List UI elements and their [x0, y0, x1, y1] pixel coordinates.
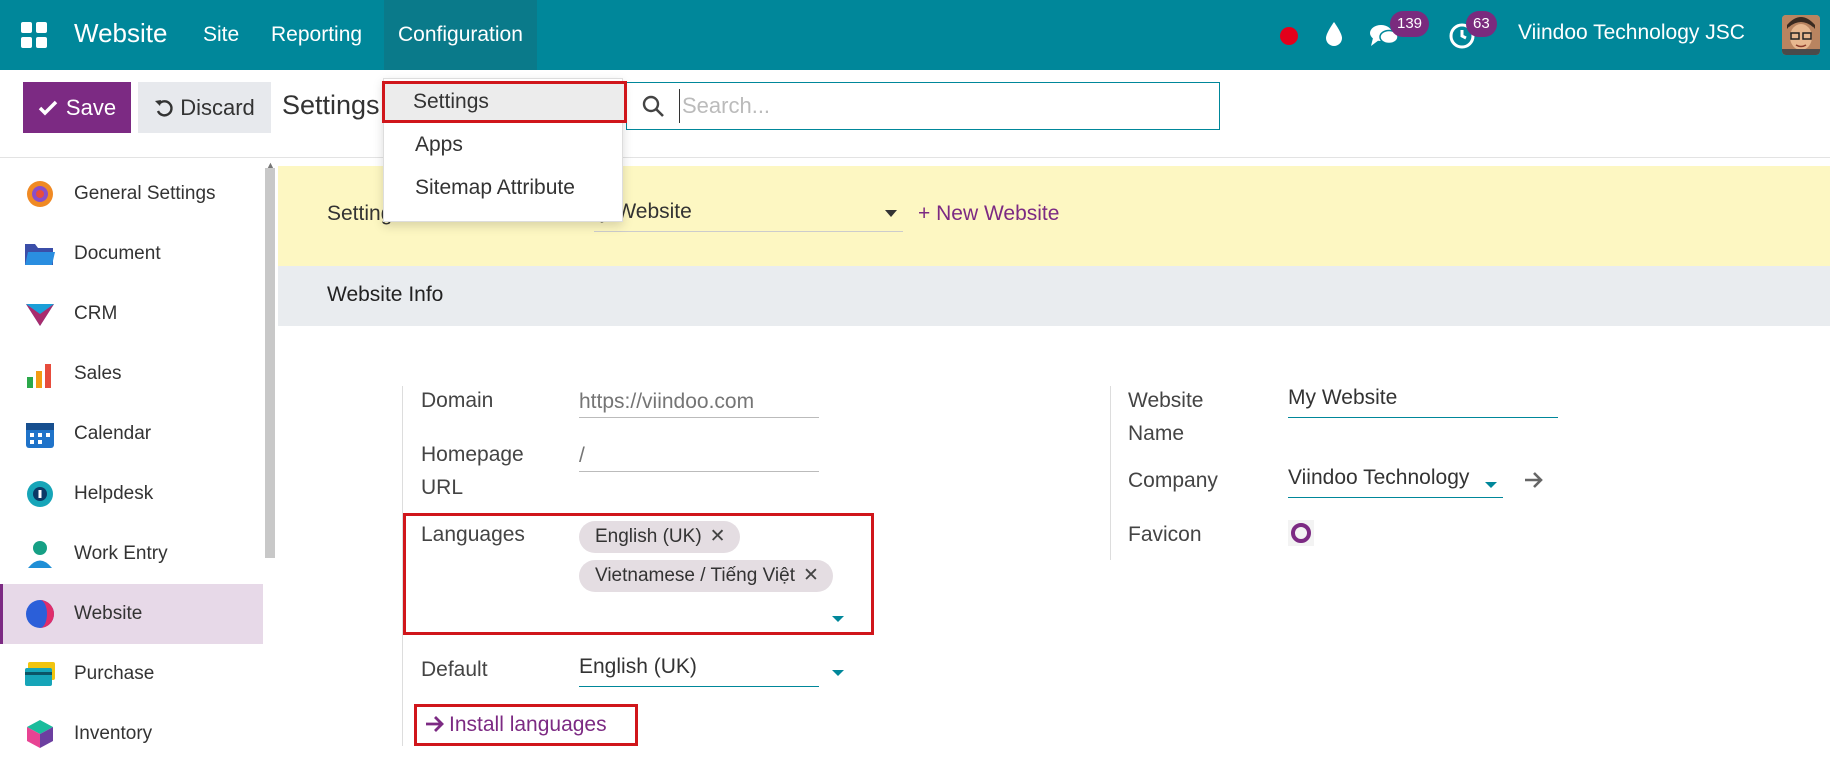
default-language-label: Default	[421, 658, 488, 681]
default-language-select[interactable]: English (UK)	[579, 655, 819, 687]
search-icon	[642, 95, 664, 117]
chevron-down-icon	[885, 210, 897, 217]
messages-badge: 139	[1390, 11, 1430, 37]
homepage-url-label-line1: Homepage	[421, 443, 524, 466]
sidebar-scrollbar[interactable]	[265, 168, 275, 558]
control-panel: Save Discard Settings	[0, 70, 1830, 158]
save-button[interactable]: Save	[23, 82, 131, 133]
language-tag-label: Vietnamese / Tiếng Việt	[595, 565, 795, 586]
install-languages-button[interactable]: Install languages	[414, 704, 638, 746]
website-name-value: My Website	[1288, 386, 1398, 409]
menu-reporting[interactable]: Reporting	[257, 0, 376, 70]
favicon-label: Favicon	[1128, 523, 1202, 546]
new-website-link[interactable]: + New Website	[918, 202, 1059, 226]
sidebar-item-label: Purchase	[74, 663, 155, 684]
chevron-down-icon[interactable]	[832, 670, 844, 676]
page-title: Settings	[282, 90, 380, 120]
sidebar-item-label: General Settings	[74, 183, 216, 204]
sidebar-item-inventory[interactable]: Inventory	[0, 704, 263, 764]
settings-content: Setting y Website + New Website Website …	[278, 158, 1830, 778]
apps-grid-icon[interactable]	[20, 21, 48, 49]
external-link-arrow-icon[interactable]	[1523, 470, 1545, 490]
languages-label: Languages	[421, 523, 525, 546]
sales-chart-icon	[24, 358, 56, 390]
sidebar-item-label: Sales	[74, 363, 122, 384]
discard-button[interactable]: Discard	[138, 82, 271, 133]
website-name-field[interactable]: My Website	[1288, 386, 1558, 418]
language-tag[interactable]: Vietnamese / Tiếng Việt ✕	[579, 560, 833, 592]
sidebar-item-crm[interactable]: CRM	[0, 284, 263, 344]
language-tag[interactable]: English (UK) ✕	[579, 521, 740, 553]
remove-tag-icon[interactable]: ✕	[803, 565, 819, 586]
menu-site[interactable]: Site	[189, 0, 253, 70]
sidebar-item-label: Document	[74, 243, 161, 264]
sidebar-item-label: Work Entry	[74, 543, 168, 564]
crm-icon	[24, 298, 56, 330]
dropdown-item-sitemap-attribute[interactable]: Sitemap Attribute	[384, 167, 622, 209]
sidebar-item-label: CRM	[74, 303, 118, 324]
install-languages-label: Install languages	[449, 713, 607, 736]
folder-icon	[24, 238, 56, 270]
dropdown-item-settings[interactable]: Settings	[382, 81, 627, 123]
work-entry-icon	[24, 538, 56, 570]
domain-field[interactable]	[579, 386, 819, 418]
company-label: Company	[1128, 469, 1218, 492]
sidebar-item-sales[interactable]: Sales	[0, 344, 263, 404]
sidebar-item-purchase[interactable]: Purchase	[0, 644, 263, 704]
chevron-down-icon[interactable]	[1485, 482, 1497, 488]
app-name[interactable]: Website	[74, 18, 167, 49]
avatar-face-icon	[1782, 15, 1820, 55]
section-header: Website Info	[278, 266, 1830, 326]
company-switcher[interactable]: Viindoo Technology JSC	[1518, 21, 1745, 45]
sidebar-item-document[interactable]: Document	[0, 224, 263, 284]
languages-dropdown-icon[interactable]	[832, 616, 844, 622]
website-name-label-line2: Name	[1128, 422, 1185, 445]
sidebar-item-label: Website	[74, 603, 143, 624]
sidebar-item-website[interactable]: Website	[0, 584, 263, 644]
credit-card-icon	[24, 658, 56, 690]
search-box[interactable]	[626, 82, 1220, 130]
domain-label: Domain	[421, 389, 494, 412]
drop-icon[interactable]	[1325, 21, 1343, 47]
recording-dot-icon[interactable]	[1279, 26, 1299, 46]
language-tag-label: English (UK)	[595, 526, 702, 547]
box-icon	[24, 718, 56, 750]
sidebar-item-calendar[interactable]: Calendar	[0, 404, 263, 464]
homepage-url-label-line2: URL	[421, 476, 464, 499]
check-icon	[38, 100, 58, 115]
headset-icon	[24, 478, 56, 510]
settings-sidebar: General Settings Document CRM Sales Cale…	[0, 158, 278, 778]
website-name-label-line1: Website	[1128, 389, 1204, 412]
sidebar-item-work-entry[interactable]: Work Entry	[0, 524, 263, 584]
activities-badge: 63	[1466, 11, 1497, 37]
website-icon	[24, 598, 56, 630]
user-avatar[interactable]	[1782, 15, 1820, 55]
favicon-image-icon[interactable]	[1288, 520, 1314, 546]
company-select[interactable]: Viindoo Technology	[1288, 466, 1503, 498]
sidebar-item-label: Helpdesk	[74, 483, 154, 504]
search-input[interactable]	[679, 89, 1199, 123]
undo-icon	[155, 99, 173, 117]
top-navbar: Website Site Reporting Configuration 139…	[0, 0, 1830, 70]
sidebar-item-label: Calendar	[74, 423, 152, 444]
website-select[interactable]: y Website	[594, 200, 903, 232]
arrow-right-icon	[426, 716, 444, 732]
save-label: Save	[65, 94, 117, 120]
dropdown-item-apps[interactable]: Apps	[384, 124, 622, 166]
discard-label: Discard	[180, 94, 255, 120]
sidebar-item-label: Inventory	[74, 723, 153, 744]
menu-configuration[interactable]: Configuration	[384, 0, 537, 70]
general-settings-icon	[24, 178, 56, 210]
configuration-dropdown: Settings Apps Sitemap Attribute	[382, 78, 627, 222]
section-title: Website Info	[327, 283, 444, 306]
remove-tag-icon[interactable]: ✕	[710, 526, 726, 547]
sidebar-item-helpdesk[interactable]: Helpdesk	[0, 464, 263, 524]
calendar-icon	[24, 418, 56, 450]
company-value: Viindoo Technology	[1288, 466, 1470, 489]
homepage-url-field[interactable]	[579, 440, 819, 472]
right-group-divider	[1110, 386, 1111, 560]
default-language-value: English (UK)	[579, 655, 697, 678]
sidebar-item-general-settings[interactable]: General Settings	[0, 164, 263, 224]
